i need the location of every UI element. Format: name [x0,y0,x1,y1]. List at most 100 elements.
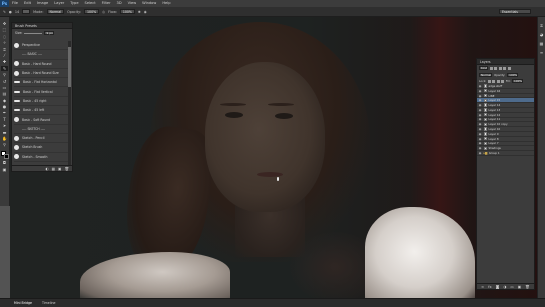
grid-view-icon[interactable]: ▦ [52,167,55,171]
smart-object-filter-icon[interactable] [507,66,511,70]
history-brush-tool-icon[interactable]: ↺ [1,79,8,84]
menu-type[interactable]: Type [67,0,81,7]
history-panel-icon[interactable]: ⧖ [540,23,543,28]
marquee-tool-icon[interactable]: ⬚ [1,27,8,32]
color-swatches[interactable] [0,150,9,159]
link-layers-icon[interactable]: ∞ [481,285,484,289]
visibility-eye-icon[interactable]: ◉ [478,146,482,150]
visibility-eye-icon[interactable]: ◉ [478,113,482,117]
opacity-field[interactable]: 100% [84,9,100,14]
new-group-icon[interactable]: ▭ [510,285,513,289]
tab-mini-bridge[interactable]: Mini Bridge [12,301,34,305]
move-tool-icon[interactable]: ✥ [1,21,8,26]
brush-preset-item[interactable]: Sketch Brush [14,143,69,153]
brush-tool-icon[interactable]: ✎ [1,65,8,71]
brush-tool-icon[interactable]: ✎ [3,10,6,14]
path-select-tool-icon[interactable]: ➤ [1,123,8,128]
brush-preset-item[interactable]: Basic - 45 right [14,97,69,107]
menu-edit[interactable]: Edit [21,0,34,7]
lasso-tool-icon[interactable]: ◌ [1,34,8,39]
folder-icon[interactable]: ▸▆ [484,151,488,155]
new-layer-icon[interactable]: ▣ [518,285,521,289]
lock-transparent-icon[interactable] [487,79,491,83]
trash-icon[interactable]: 🗑 [64,167,69,171]
brush-preset-item[interactable]: Basic - Flat Vertical [14,87,69,97]
tab-timeline[interactable]: Timeline [40,301,58,305]
layer-style-icon[interactable]: fx [488,285,491,289]
document-canvas[interactable] [10,17,545,298]
layer-kind-filter[interactable]: Kind [479,66,489,70]
brush-preset-item[interactable]: Perspective [14,41,69,51]
swatches-panel-icon[interactable]: ▦ [540,41,544,46]
background-color-swatch[interactable] [3,153,9,159]
adjustment-layer-icon[interactable]: ◑ [503,285,506,289]
menu-view[interactable]: View [125,0,140,7]
menu-filter[interactable]: Filter [99,0,114,7]
workspace-select[interactable]: Essentials [499,9,531,14]
lock-image-icon[interactable] [492,79,496,83]
airbrush-icon[interactable]: ✺ [138,10,141,14]
fill-field[interactable]: 100% [512,79,524,83]
flow-field[interactable]: 100% [119,9,135,14]
lock-all-icon[interactable] [501,79,505,83]
mode-select[interactable]: Normal [46,9,65,14]
pixel-filter-icon[interactable] [489,66,493,70]
layer-opacity-field[interactable]: 100% [507,72,519,77]
shape-tool-icon[interactable]: ▬ [1,130,8,135]
hand-tool-icon[interactable]: ✋ [1,136,8,141]
brush-panel-toggle-icon[interactable]: ◐ [45,167,48,171]
menu-help[interactable]: Help [159,0,173,7]
eraser-tool-icon[interactable]: ▭ [1,85,8,90]
brush-preset-item[interactable]: Sketch - Smooth [14,153,69,162]
brush-preset-item[interactable]: Basic - 45 left [14,106,69,116]
visibility-eye-icon[interactable]: ◉ [478,122,482,126]
layer-row[interactable]: ◉ ▸▆ Group 1 [477,151,534,156]
eyedropper-tool-icon[interactable]: ⁄ [1,53,8,58]
pen-tool-icon[interactable]: ✒ [1,110,8,115]
visibility-eye-icon[interactable]: ◉ [478,94,482,98]
visibility-eye-icon[interactable]: ◉ [478,151,482,155]
trash-icon[interactable]: 🗑 [525,285,530,289]
menu-image[interactable]: Image [34,0,51,7]
brush-size-slider[interactable] [24,32,43,34]
pressure-opacity-icon[interactable]: ◎ [102,10,105,14]
visibility-eye-icon[interactable]: ◉ [478,84,482,88]
brush-list-scroll-thumb[interactable] [68,47,71,87]
blur-tool-icon[interactable]: ◆ [1,98,8,103]
brush-list-scrollbar[interactable] [68,41,71,165]
visibility-eye-icon[interactable]: ◉ [478,141,482,145]
clone-stamp-tool-icon[interactable]: ⚲ [1,72,8,77]
color-panel-icon[interactable]: ◕ [540,32,544,37]
new-preset-icon[interactable]: ▣ [58,167,61,171]
brush-size-field[interactable]: 9 px [44,31,55,35]
brush-preset-item[interactable]: Basic - Hard Round [14,60,69,69]
menu-window[interactable]: Window [139,0,159,7]
layer-mask-icon[interactable]: ◙ [496,285,500,289]
brush-preset-item[interactable]: Sketch - Pencil [14,134,69,144]
menu-file[interactable]: File [9,0,21,7]
visibility-eye-icon[interactable]: ◉ [478,98,482,102]
brush-panel-toggle[interactable] [22,9,31,14]
visibility-eye-icon[interactable]: ◉ [478,127,482,131]
quick-select-tool-icon[interactable]: ✧ [1,40,8,45]
brush-preset-item[interactable]: Basic - Soft Round [14,115,69,125]
pressure-size-icon[interactable]: ◉ [144,10,147,14]
healing-tool-icon[interactable]: ✚ [1,59,8,64]
menu-select[interactable]: Select [82,0,99,7]
shape-filter-icon[interactable] [503,66,507,70]
gradient-tool-icon[interactable]: ▤ [1,91,8,96]
type-tool-icon[interactable]: T [1,117,8,122]
zoom-tool-icon[interactable]: ⚲ [1,142,8,147]
dodge-tool-icon[interactable]: ● [1,104,8,109]
brush-preset-item[interactable]: Basic - Flat Horizontal [14,78,69,88]
brush-picker-icon[interactable]: ● [9,10,12,14]
menu-3d[interactable]: 3D [114,0,125,7]
visibility-eye-icon[interactable]: ◉ [478,89,482,93]
type-filter-icon[interactable] [498,66,502,70]
brush-preset-item[interactable]: ---- BASIC ---- [14,50,69,60]
properties-panel-icon[interactable]: ≡ [540,50,543,55]
visibility-eye-icon[interactable]: ◉ [478,108,482,112]
visibility-eye-icon[interactable]: ◉ [478,117,482,121]
menu-layer[interactable]: Layer [51,0,67,7]
visibility-eye-icon[interactable]: ◉ [478,103,482,107]
